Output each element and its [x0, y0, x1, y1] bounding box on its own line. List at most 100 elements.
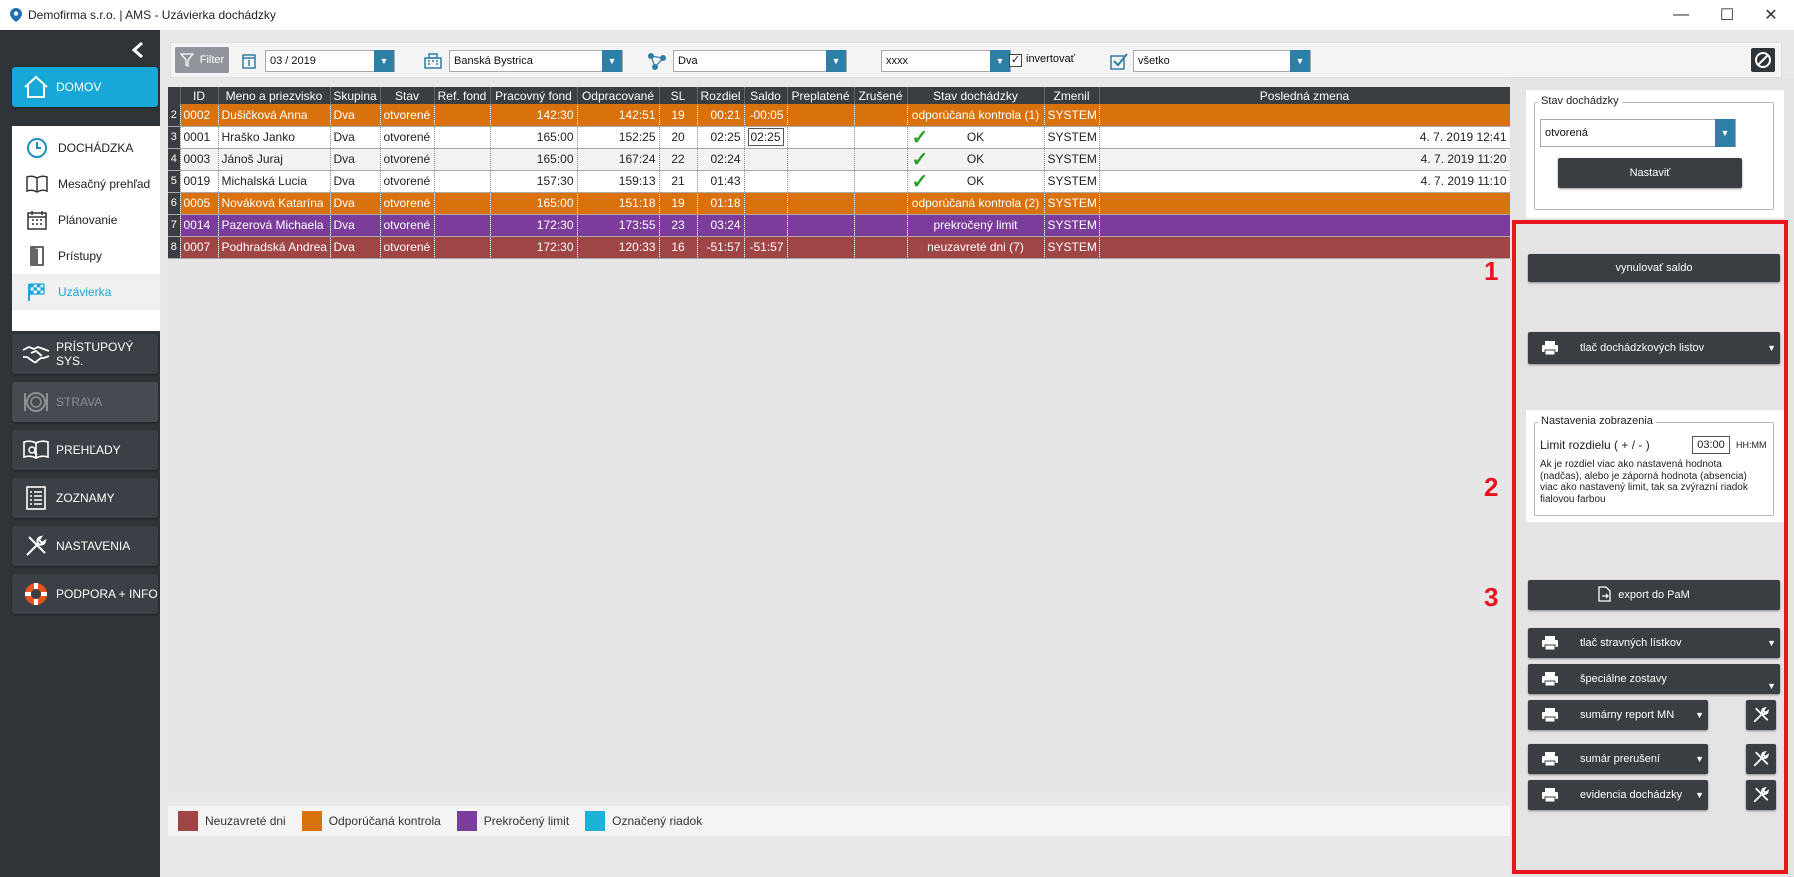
chevron-down-icon[interactable]: ▼ — [1695, 780, 1704, 810]
sidebar-item-pristupy[interactable]: Prístupy — [12, 238, 160, 274]
table-row[interactable]: 5 0019 Michalská Lucia Dva otvorené 157:30 159… — [168, 170, 1511, 193]
cell-ref-fund — [434, 126, 491, 149]
chevron-down-icon[interactable]: ▼ — [1695, 744, 1704, 774]
period-select[interactable]: 03 / 2019 ▼ — [265, 50, 395, 72]
chevron-down-icon[interactable]: ▼ — [826, 50, 846, 72]
attendance-state-select[interactable]: otvorená ▼ — [1540, 119, 1736, 147]
clear-filter-button[interactable] — [1751, 48, 1775, 72]
cell-last-change — [1099, 214, 1511, 237]
legend-label: Odporúčaná kontrola — [328, 814, 441, 828]
column-header[interactable]: Pracovný fond — [490, 87, 578, 104]
nav-strava: STRAVA — [12, 382, 158, 422]
tools-icon — [1753, 786, 1770, 803]
cell-work-fund: 165:00 — [490, 126, 578, 149]
nav-prehlady[interactable]: PREHĽADY — [12, 430, 158, 470]
column-header[interactable]: SL — [659, 87, 698, 104]
handshake-icon — [22, 341, 50, 367]
column-header[interactable]: Saldo — [744, 87, 788, 104]
close-button[interactable]: ✕ — [1748, 0, 1794, 30]
column-header[interactable]: Odpracované — [577, 87, 660, 104]
legend-swatch — [585, 811, 606, 831]
special-reports-button[interactable]: špeciálne zostavy ▼ — [1528, 664, 1780, 694]
interruptions-summary-button[interactable]: sumár prerušení ▼ — [1528, 744, 1708, 774]
sidebar-item-label: Uzávierka — [58, 285, 112, 299]
chevron-down-icon[interactable]: ▼ — [1695, 700, 1704, 730]
chevron-down-icon[interactable]: ▼ — [1715, 119, 1735, 147]
cell-worked: 142:51 — [577, 104, 660, 127]
state-select[interactable]: všetko ▼ — [1133, 50, 1311, 72]
table-row[interactable]: 7 0014 Pazerová Michaela Dva otvorené 172:30 1… — [168, 214, 1511, 237]
cell-overpaid — [787, 148, 855, 171]
cell-state: otvorené — [380, 126, 435, 149]
column-header[interactable]: Meno a priezvisko — [218, 87, 331, 104]
column-header[interactable]: Rozdiel — [697, 87, 745, 104]
column-header[interactable]: Zrušené — [854, 87, 908, 104]
location-select[interactable]: Banská Bystrica ▼ — [449, 50, 623, 72]
cell-work-fund: 172:30 — [490, 236, 578, 259]
calendar-icon — [239, 51, 259, 71]
chevron-down-icon[interactable]: ▼ — [1767, 332, 1776, 364]
reset-saldo-button[interactable]: vynulovať saldo — [1528, 254, 1780, 282]
table-row[interactable]: 3 0001 Hraško Janko Dva otvorené 165:00 152:25… — [168, 126, 1511, 149]
attendance-record-settings-button[interactable] — [1746, 780, 1776, 810]
group-select[interactable]: Dva ▼ — [673, 50, 847, 72]
chevron-down-icon[interactable]: ▼ — [1290, 50, 1310, 72]
column-header[interactable]: Zmenil — [1044, 87, 1100, 104]
export-pam-button[interactable]: export do PaM — [1528, 580, 1780, 610]
summary-report-settings-button[interactable] — [1746, 700, 1776, 730]
print-sheets-button[interactable]: tlač dochádzkových listov ▼ — [1528, 332, 1780, 364]
code-select[interactable]: xxxx ▼ — [881, 50, 1011, 72]
limit-unit: HH:MM — [1736, 440, 1767, 450]
print-meal-tickets-button[interactable]: tlač stravných lístkov ▼ — [1528, 628, 1780, 658]
column-header[interactable]: Stav dochádzky — [907, 87, 1045, 104]
sidebar-item-uzavierka[interactable]: Uzávierka — [12, 274, 160, 310]
chevron-down-icon[interactable]: ▼ — [602, 50, 622, 72]
tools-icon — [1753, 750, 1770, 767]
table-row[interactable]: 4 0003 Jánoš Juraj Dva otvorené 165:00 167:24 2… — [168, 148, 1511, 171]
filter-toolbar: Filter 03 / 2019 ▼ Banská Bystrica ▼ Dva… — [170, 42, 1782, 78]
saldo-edit-field[interactable]: 02:25 — [747, 128, 784, 146]
column-header[interactable]: Stav — [380, 87, 435, 104]
reset-saldo-label: vynulovať saldo — [1615, 262, 1693, 274]
set-state-button[interactable]: Nastaviť — [1558, 158, 1742, 188]
state-group-label: Stav dochádzky — [1538, 95, 1622, 107]
minimize-button[interactable]: — — [1658, 0, 1704, 30]
chevron-down-icon[interactable]: ▼ — [374, 50, 394, 72]
calendar-icon — [24, 209, 50, 231]
sidebar-item-mesacny-prehlad[interactable]: Mesačný prehľad — [12, 166, 160, 202]
nav-podpora-info[interactable]: PODPORA + INFO — [12, 574, 158, 614]
maximize-button[interactable]: ☐ — [1704, 0, 1750, 30]
table-row[interactable]: 2 0002 Dušičková Anna Dva otvorené 142:30 142:… — [168, 104, 1511, 127]
nav-pristupovy-sys[interactable]: PRÍSTUPOVÝ SYS. — [12, 334, 158, 374]
chevron-down-icon[interactable]: ▼ — [1767, 628, 1776, 658]
status-text: OK — [966, 152, 985, 166]
nav-home[interactable]: DOMOV — [12, 67, 158, 107]
nav-zoznamy[interactable]: ZOZNAMY — [12, 478, 158, 518]
filter-button[interactable]: Filter — [175, 47, 229, 73]
sidebar-item-dochadzka[interactable]: DOCHÁDZKA — [12, 130, 160, 166]
chevron-down-icon[interactable]: ▼ — [1767, 664, 1776, 694]
column-header[interactable]: Preplatené — [787, 87, 855, 104]
interruptions-settings-button[interactable] — [1746, 744, 1776, 774]
legend-item: Označený riadok — [579, 811, 702, 831]
nav-nastavenia[interactable]: NASTAVENIA — [12, 526, 158, 566]
column-header[interactable]: Ref. fond — [434, 87, 491, 104]
collapse-sidebar-button[interactable] — [128, 40, 148, 60]
table-row[interactable]: 6 0005 Nováková Katarína Dva otvorené 165:00 1… — [168, 192, 1511, 215]
attendance-record-button[interactable]: evidencia dochádzky ▼ — [1528, 780, 1708, 810]
column-header[interactable]: Skupina — [330, 87, 381, 104]
table-row[interactable]: 8 0007 Podhradská Andrea Dva otvorené 172:30 1… — [168, 236, 1511, 259]
funnel-icon — [179, 53, 194, 67]
app-logo-icon — [10, 8, 22, 22]
cell-id: 0001 — [180, 126, 219, 149]
sidebar-item-planovanie[interactable]: Plánovanie — [12, 202, 160, 238]
cell-attendance-status: neuzavreté dni (7) — [907, 236, 1045, 259]
checkered-flag-icon — [24, 281, 50, 303]
column-header[interactable]: Posledná zmena — [1099, 87, 1511, 104]
right-panel: Stav dochádzky otvorená ▼ Nastaviť vynul… — [1510, 78, 1794, 877]
limit-input[interactable]: 03:00 — [1692, 436, 1730, 454]
column-header[interactable]: ID — [180, 87, 219, 104]
summary-report-button[interactable]: sumárny report MN ▼ — [1528, 700, 1708, 730]
chevron-down-icon[interactable]: ▼ — [990, 50, 1010, 72]
invert-checkbox[interactable]: ✓ — [1009, 54, 1022, 67]
